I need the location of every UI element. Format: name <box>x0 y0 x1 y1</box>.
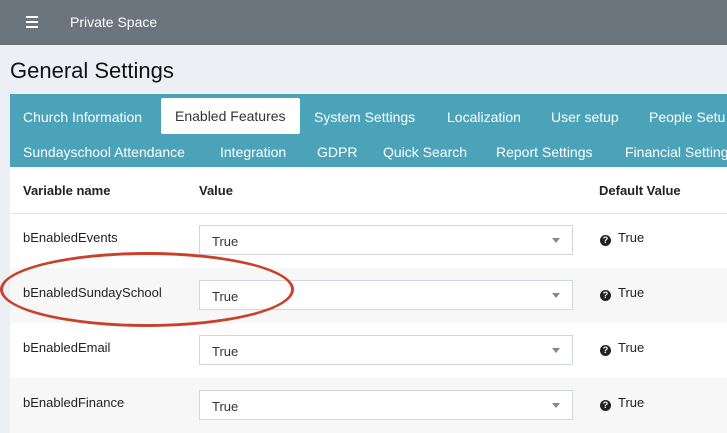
top-navbar: Private Space <box>0 0 727 45</box>
tab-church-information[interactable]: Church Information <box>23 108 142 126</box>
default-value: ? True <box>600 395 644 411</box>
default-value: ? True <box>600 285 644 301</box>
tab-quick-search[interactable]: Quick Search <box>383 143 467 161</box>
default-value-text: True <box>618 395 645 410</box>
caret-down-icon <box>552 403 560 408</box>
default-value-text: True <box>618 340 645 355</box>
question-circle-icon[interactable]: ? <box>600 235 611 246</box>
caret-down-icon <box>552 238 560 243</box>
tab-user-setup[interactable]: User setup <box>551 108 619 126</box>
tab-integration[interactable]: Integration <box>220 143 286 161</box>
tab-sundayschool-attendance[interactable]: Sundayschool Attendance <box>23 143 185 161</box>
variable-name: bEnabledEvents <box>23 230 118 245</box>
tab-system-settings[interactable]: System Settings <box>314 108 415 126</box>
table-row: bEnabledEmail True ? True <box>10 323 727 378</box>
question-circle-icon[interactable]: ? <box>600 345 611 356</box>
default-value-text: True <box>618 230 645 245</box>
app-title: Private Space <box>70 14 158 30</box>
question-circle-icon[interactable]: ? <box>600 400 611 411</box>
highlight-ellipse-annotation <box>0 252 294 327</box>
default-value-text: True <box>618 285 645 300</box>
question-circle-icon[interactable]: ? <box>600 290 611 301</box>
variable-name: bEnabledEmail <box>23 340 111 355</box>
column-header-variable-name: Variable name <box>23 183 111 198</box>
hamburger-menu-icon[interactable] <box>26 16 38 28</box>
tab-gdpr[interactable]: GDPR <box>317 143 357 161</box>
table-row: bEnabledFinance True ? True <box>10 378 727 433</box>
tab-enabled-features[interactable]: Enabled Features <box>161 98 300 134</box>
page-title: General Settings <box>10 58 174 83</box>
settings-tabs: Church Information Enabled Features Syst… <box>10 94 727 167</box>
default-value: ? True <box>600 340 644 356</box>
value-select[interactable]: True <box>199 335 573 365</box>
select-value: True <box>212 399 239 414</box>
select-value: True <box>212 234 239 249</box>
value-select[interactable]: True <box>199 390 573 420</box>
tab-people-setup[interactable]: People Setu <box>649 108 725 126</box>
variable-name: bEnabledFinance <box>23 395 125 410</box>
tab-localization[interactable]: Localization <box>447 108 521 126</box>
tab-report-settings[interactable]: Report Settings <box>496 143 593 161</box>
tab-financial-settings[interactable]: Financial Setting <box>625 143 727 161</box>
table-header: Variable name Value Default Value <box>10 167 727 214</box>
column-header-default-value: Default Value <box>599 183 681 198</box>
value-select[interactable]: True <box>199 225 573 255</box>
caret-down-icon <box>552 293 560 298</box>
select-value: True <box>212 344 239 359</box>
caret-down-icon <box>552 348 560 353</box>
column-header-value: Value <box>199 183 233 198</box>
default-value: ? True <box>600 230 644 246</box>
